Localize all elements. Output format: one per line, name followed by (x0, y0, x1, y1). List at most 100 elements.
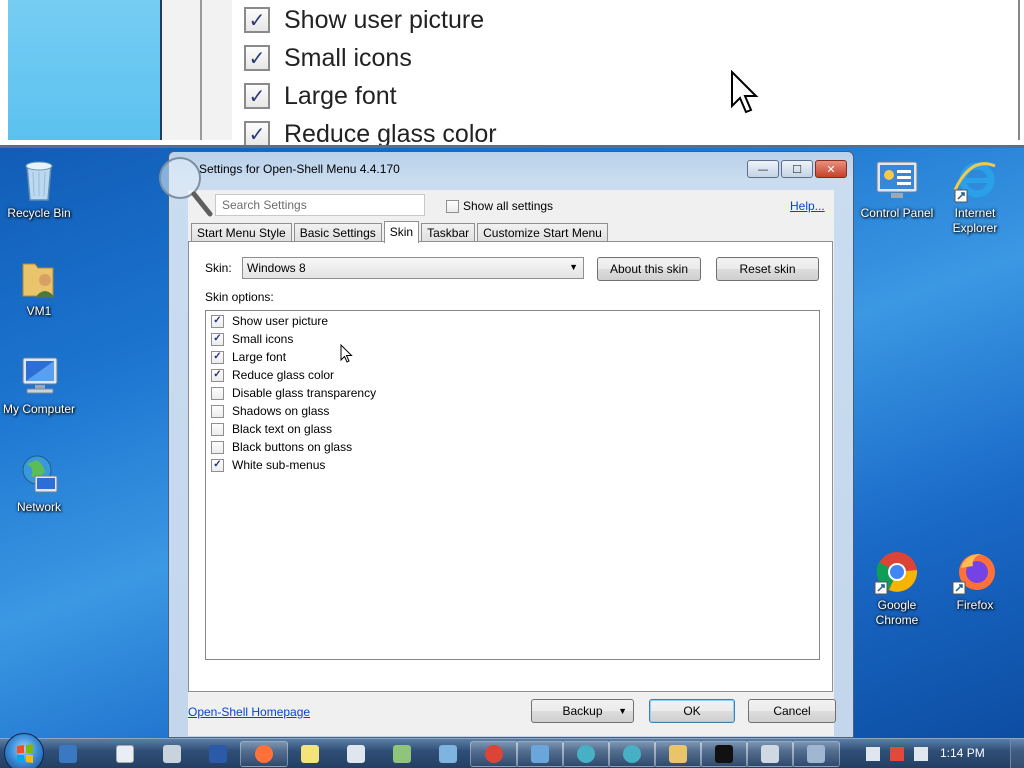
option-reduce-glass-color[interactable]: ✓ Reduce glass color (211, 366, 334, 384)
taskbar-clock[interactable]: 1:14 PM (940, 746, 985, 760)
folder-icon (669, 745, 687, 763)
settings-window: Settings for Open-Shell Menu 4.4.170 — ☐… (159, 151, 854, 738)
backup-button[interactable]: Backup ▼ (531, 699, 634, 723)
taskbar-item-shell-2[interactable] (608, 741, 656, 767)
magnified-option-label: Small icons (284, 43, 412, 72)
taskbar-item-network[interactable] (378, 741, 426, 767)
show-all-settings-checkbox[interactable]: Show all settings (446, 199, 553, 213)
taskbar-item-powershell[interactable] (194, 741, 242, 767)
homepage-link[interactable]: Open-Shell Homepage (188, 705, 310, 719)
taskbar-item-files[interactable] (424, 741, 472, 767)
tab-skin[interactable]: Skin (383, 221, 420, 243)
window-icon (761, 745, 779, 763)
desktop-icon-label: Firefox (956, 598, 994, 612)
window-titlebar[interactable]: Settings for Open-Shell Menu 4.4.170 — ☐… (169, 152, 853, 188)
taskbar-item-7zip[interactable] (700, 741, 748, 767)
network-icon (393, 745, 411, 763)
desktop-icon-control-panel[interactable]: Control Panel (858, 156, 936, 221)
option-label: Shadows on glass (232, 404, 330, 418)
taskbar-item-shell[interactable] (562, 741, 610, 767)
option-white-sub-menus[interactable]: ✓ White sub-menus (211, 456, 325, 474)
calculator-icon (347, 745, 365, 763)
network-icon (15, 450, 63, 498)
magnified-option-row: ✓ Small icons (244, 41, 412, 75)
checkbox-unchecked-icon (211, 386, 224, 400)
skin-options-label: Skin options: (205, 290, 274, 304)
taskbar-item-explorer[interactable] (44, 741, 92, 767)
desktop-icon-recycle-bin[interactable]: Recycle Bin (0, 156, 78, 221)
mouse-cursor-icon (340, 344, 353, 363)
magnified-panel-margin (162, 0, 232, 140)
tab-taskbar[interactable]: Taskbar (421, 223, 476, 242)
checkbox-checked-icon: ✓ (211, 350, 224, 364)
computer-icon (15, 352, 63, 400)
option-label: Show user picture (232, 314, 329, 328)
maximize-button[interactable]: ☐ (781, 160, 813, 178)
skin-options-list: ✓ Show user picture ✓ Small icons ✓ Larg… (205, 310, 820, 660)
desktop-icon-vm1[interactable]: VM1 (0, 254, 78, 319)
tab-start-menu-style[interactable]: Start Menu Style (191, 223, 292, 242)
start-button[interactable] (4, 733, 44, 768)
desktop-icon-label: Recycle Bin (7, 206, 71, 220)
option-shadows-on-glass[interactable]: Shadows on glass (211, 402, 329, 420)
dropdown-arrow-icon: ▼ (569, 262, 578, 272)
skin-dropdown[interactable]: Windows 8 ▼ (242, 257, 584, 279)
desktop-icon-label: Control Panel (860, 206, 934, 220)
option-label: Disable glass transparency (232, 386, 377, 400)
search-settings-input[interactable]: Search Settings (215, 194, 425, 216)
option-large-font[interactable]: ✓ Large font (211, 348, 286, 366)
desktop-icon-firefox[interactable]: Firefox (936, 548, 1014, 613)
tab-customize-start-menu[interactable]: Customize Start Menu (477, 223, 608, 242)
taskbar-item-calculator[interactable] (332, 741, 380, 767)
checkbox-unchecked-icon (211, 404, 224, 418)
close-button[interactable]: ✕ (815, 160, 847, 178)
checkbox-unchecked-icon (211, 440, 224, 454)
cancel-button[interactable]: Cancel (748, 699, 836, 723)
tray-volume-icon[interactable] (914, 747, 928, 761)
taskbar-item-window[interactable] (746, 741, 794, 767)
tab-basic-settings[interactable]: Basic Settings (293, 223, 382, 242)
explorer-icon (59, 745, 77, 763)
window-controls: — ☐ ✕ (745, 160, 847, 178)
desktop-icon-my-computer[interactable]: My Computer (0, 352, 78, 417)
desktop-icon-label: Google Chrome (875, 598, 919, 627)
checkbox-checked-icon: ✓ (211, 368, 224, 382)
option-black-text-on-glass[interactable]: Black text on glass (211, 420, 332, 438)
checkbox-checked-icon: ✓ (211, 458, 224, 472)
tray-action-center-icon[interactable] (890, 747, 904, 761)
magnified-option-row: ✓ Large font (244, 79, 397, 113)
taskbar-item-remote[interactable] (516, 741, 564, 767)
settings-icon (807, 745, 825, 763)
tray-network-icon[interactable] (866, 747, 880, 761)
ok-button[interactable]: OK (649, 699, 735, 723)
show-all-label: Show all settings (463, 199, 554, 213)
option-disable-glass-transparency[interactable]: Disable glass transparency (211, 384, 376, 402)
desktop-icon-network[interactable]: Network (0, 450, 78, 515)
taskbar-item-chrome[interactable] (470, 741, 518, 767)
tab-strip: Start Menu Style Basic Settings Skin Tas… (191, 221, 610, 243)
magnified-option-label: Large font (284, 81, 397, 110)
desktop-icon-internet-explorer[interactable]: Internet Explorer (936, 156, 1014, 236)
minimize-button[interactable]: — (747, 160, 779, 178)
checkbox-unchecked-icon (446, 199, 459, 213)
taskbar-item-media[interactable] (101, 741, 149, 767)
taskbar-item-notepad[interactable] (286, 741, 334, 767)
about-skin-button[interactable]: About this skin (597, 257, 701, 281)
desktop-icon-google-chrome[interactable]: Google Chrome (858, 548, 936, 628)
checkbox-checked-icon: ✓ (244, 121, 270, 145)
taskbar-item-settings[interactable] (792, 741, 840, 767)
option-small-icons[interactable]: ✓ Small icons (211, 330, 293, 348)
option-black-buttons-on-glass[interactable]: Black buttons on glass (211, 438, 352, 456)
show-desktop-button[interactable] (1010, 739, 1024, 768)
control-panel-icon (873, 156, 921, 204)
desktop-icon-label: My Computer (2, 402, 76, 416)
taskbar-item-firefox[interactable] (240, 741, 288, 767)
taskbar-item-folder[interactable] (654, 741, 702, 767)
recycle-bin-icon (15, 156, 63, 204)
checkbox-checked-icon: ✓ (244, 7, 270, 33)
option-show-user-picture[interactable]: ✓ Show user picture (211, 312, 328, 330)
taskbar-item-tools[interactable] (148, 741, 196, 767)
help-link[interactable]: Help... (790, 199, 825, 213)
taskbar: 1:14 PM (0, 733, 1024, 768)
reset-skin-button[interactable]: Reset skin (716, 257, 819, 281)
